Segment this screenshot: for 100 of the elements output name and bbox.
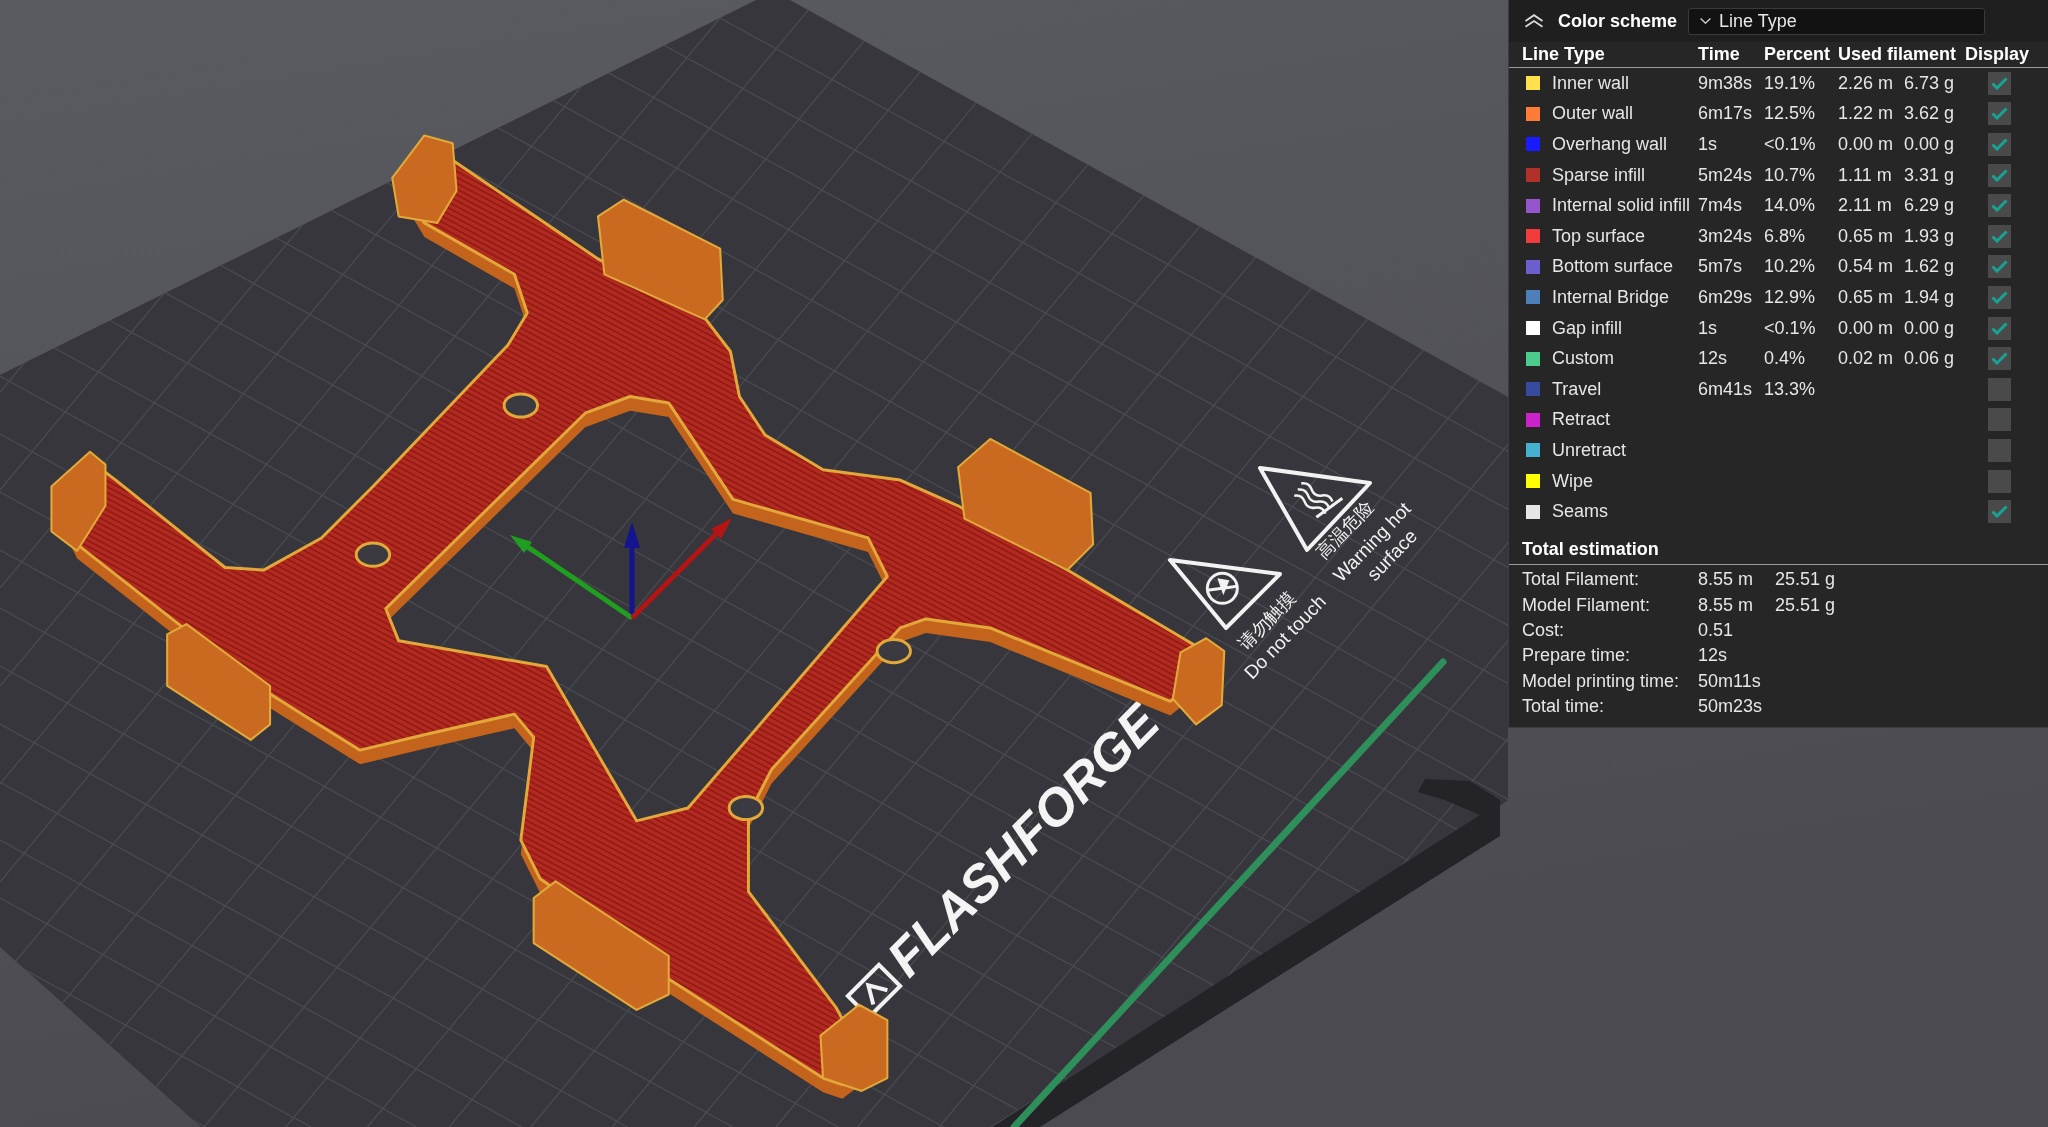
line-type-label: Bottom surface [1552, 255, 1674, 279]
length-value: 2.26 m [1838, 71, 1894, 95]
panel-title: Color scheme [1558, 9, 1678, 33]
line-type-label: Gap infill [1552, 316, 1623, 340]
estimate-label: Total Filament: [1522, 568, 1640, 592]
screw-hole [502, 392, 540, 419]
checkmark-icon [1991, 352, 2008, 366]
weight-value: 0.00 g [1904, 316, 1955, 340]
percent-value: 19.1% [1764, 71, 1816, 95]
percent-value: 10.7% [1764, 163, 1816, 187]
percent-value: 14.0% [1764, 194, 1816, 218]
display-checkbox[interactable] [1988, 224, 2011, 248]
estimate-label: Total time: [1522, 695, 1605, 719]
checkmark-icon [1991, 76, 2008, 90]
section-title: Total estimation [1522, 538, 1659, 562]
time-value: 5m7s [1698, 255, 1742, 279]
weight-value: 1.93 g [1904, 224, 1955, 248]
estimate-value: 25.51 g [1775, 568, 1836, 592]
estimate-value: 50m11s [1698, 669, 1761, 693]
length-value: 0.00 m [1838, 316, 1894, 340]
percent-value: 10.2% [1764, 255, 1816, 279]
estimate-label: Cost: [1522, 618, 1564, 642]
weight-value: 3.31 g [1904, 163, 1955, 187]
display-checkbox[interactable] [1988, 377, 2011, 401]
display-checkbox[interactable] [1988, 163, 2011, 187]
estimate-label: Model Filament: [1522, 593, 1651, 617]
display-checkbox[interactable] [1988, 347, 2011, 371]
display-checkbox[interactable] [1988, 408, 2011, 432]
collapse-icon[interactable] [1524, 14, 1544, 28]
checkmark-icon [1991, 290, 2008, 304]
length-value: 0.65 m [1838, 224, 1894, 248]
time-value: 6m17s [1698, 102, 1753, 126]
estimate-value: 0.51 [1698, 618, 1734, 642]
checkmark-icon [1991, 321, 2008, 335]
column-header: Line Type [1522, 43, 1605, 66]
display-checkbox[interactable] [1988, 255, 2011, 279]
checkmark-icon [1991, 168, 2008, 182]
time-value: 3m24s [1698, 224, 1753, 248]
time-value: 5m24s [1698, 163, 1753, 187]
percent-value: 6.8% [1764, 224, 1806, 248]
screw-hole [875, 638, 912, 665]
line-type-label: Internal Bridge [1552, 285, 1670, 309]
line-type-label: Travel [1552, 377, 1602, 401]
line-type-label: Sparse infill [1552, 163, 1646, 187]
column-header: Percent [1764, 43, 1831, 66]
length-value: 1.11 m [1838, 163, 1892, 187]
estimate-value: 8.55 m [1698, 593, 1754, 617]
weight-value: 1.62 g [1904, 255, 1955, 279]
display-checkbox[interactable] [1988, 316, 2011, 340]
length-value: 0.02 m [1838, 347, 1894, 371]
weight-value: 0.06 g [1904, 347, 1955, 371]
length-value: 0.54 m [1838, 255, 1894, 279]
percent-value: 12.5% [1764, 102, 1816, 126]
checkmark-icon [1991, 107, 2008, 121]
display-checkbox[interactable] [1988, 469, 2011, 493]
checkmark-icon [1991, 260, 2008, 274]
length-value: 0.65 m [1838, 285, 1894, 309]
line-type-label: Custom [1552, 347, 1614, 371]
time-value: 6m41s [1698, 377, 1753, 401]
line-type-label: Overhang wall [1552, 133, 1668, 156]
time-value: 6m29s [1698, 285, 1753, 309]
weight-value: 6.29 g [1904, 194, 1955, 218]
estimate-label: Model printing time: [1522, 669, 1680, 693]
length-value: 1.22 m [1838, 102, 1894, 126]
estimate-value: 25.51 g [1775, 593, 1836, 617]
display-checkbox[interactable] [1988, 194, 2011, 218]
display-checkbox[interactable] [1988, 438, 2011, 462]
screw-hole [354, 541, 392, 568]
checkmark-icon [1991, 138, 2008, 151]
checkmark-icon [1991, 229, 2008, 243]
column-header: Display [1965, 43, 2030, 66]
checkmark-icon [1991, 199, 2008, 213]
color-scheme-dropdown[interactable]: Line Type [1688, 7, 1985, 35]
line-type-label: Internal solid infill [1552, 194, 1691, 218]
line-type-label: Unretract [1552, 438, 1627, 462]
length-value: 2.11 m [1838, 194, 1892, 218]
column-header: Used filament [1838, 43, 1957, 66]
line-type-label: Wipe [1552, 469, 1593, 493]
display-checkbox[interactable] [1988, 285, 2011, 309]
column-header: Time [1698, 43, 1740, 66]
weight-value: 1.94 g [1904, 285, 1955, 309]
display-checkbox[interactable] [1988, 71, 2011, 95]
line-type-label: Inner wall [1552, 71, 1630, 95]
time-value: 9m38s [1698, 71, 1753, 95]
display-checkbox[interactable] [1988, 133, 2011, 156]
checkmark-icon [1991, 505, 2008, 519]
percent-value: 0.4% [1764, 347, 1806, 371]
percent-value: 13.3% [1764, 377, 1816, 401]
line-type-label: Top surface [1552, 224, 1646, 248]
display-checkbox[interactable] [1988, 500, 2011, 524]
time-value: 1s [1698, 316, 1717, 340]
estimate-label: Prepare time: [1522, 644, 1631, 668]
line-type-label: Seams [1552, 500, 1609, 524]
time-value: 1s [1698, 133, 1717, 156]
percent-value: <0.1% [1764, 316, 1816, 340]
estimate-value: 12s [1698, 644, 1728, 668]
time-value: 7m4s [1698, 194, 1742, 218]
display-checkbox[interactable] [1988, 102, 2011, 126]
percent-value: <0.1% [1764, 133, 1816, 156]
weight-value: 0.00 g [1904, 133, 1955, 156]
